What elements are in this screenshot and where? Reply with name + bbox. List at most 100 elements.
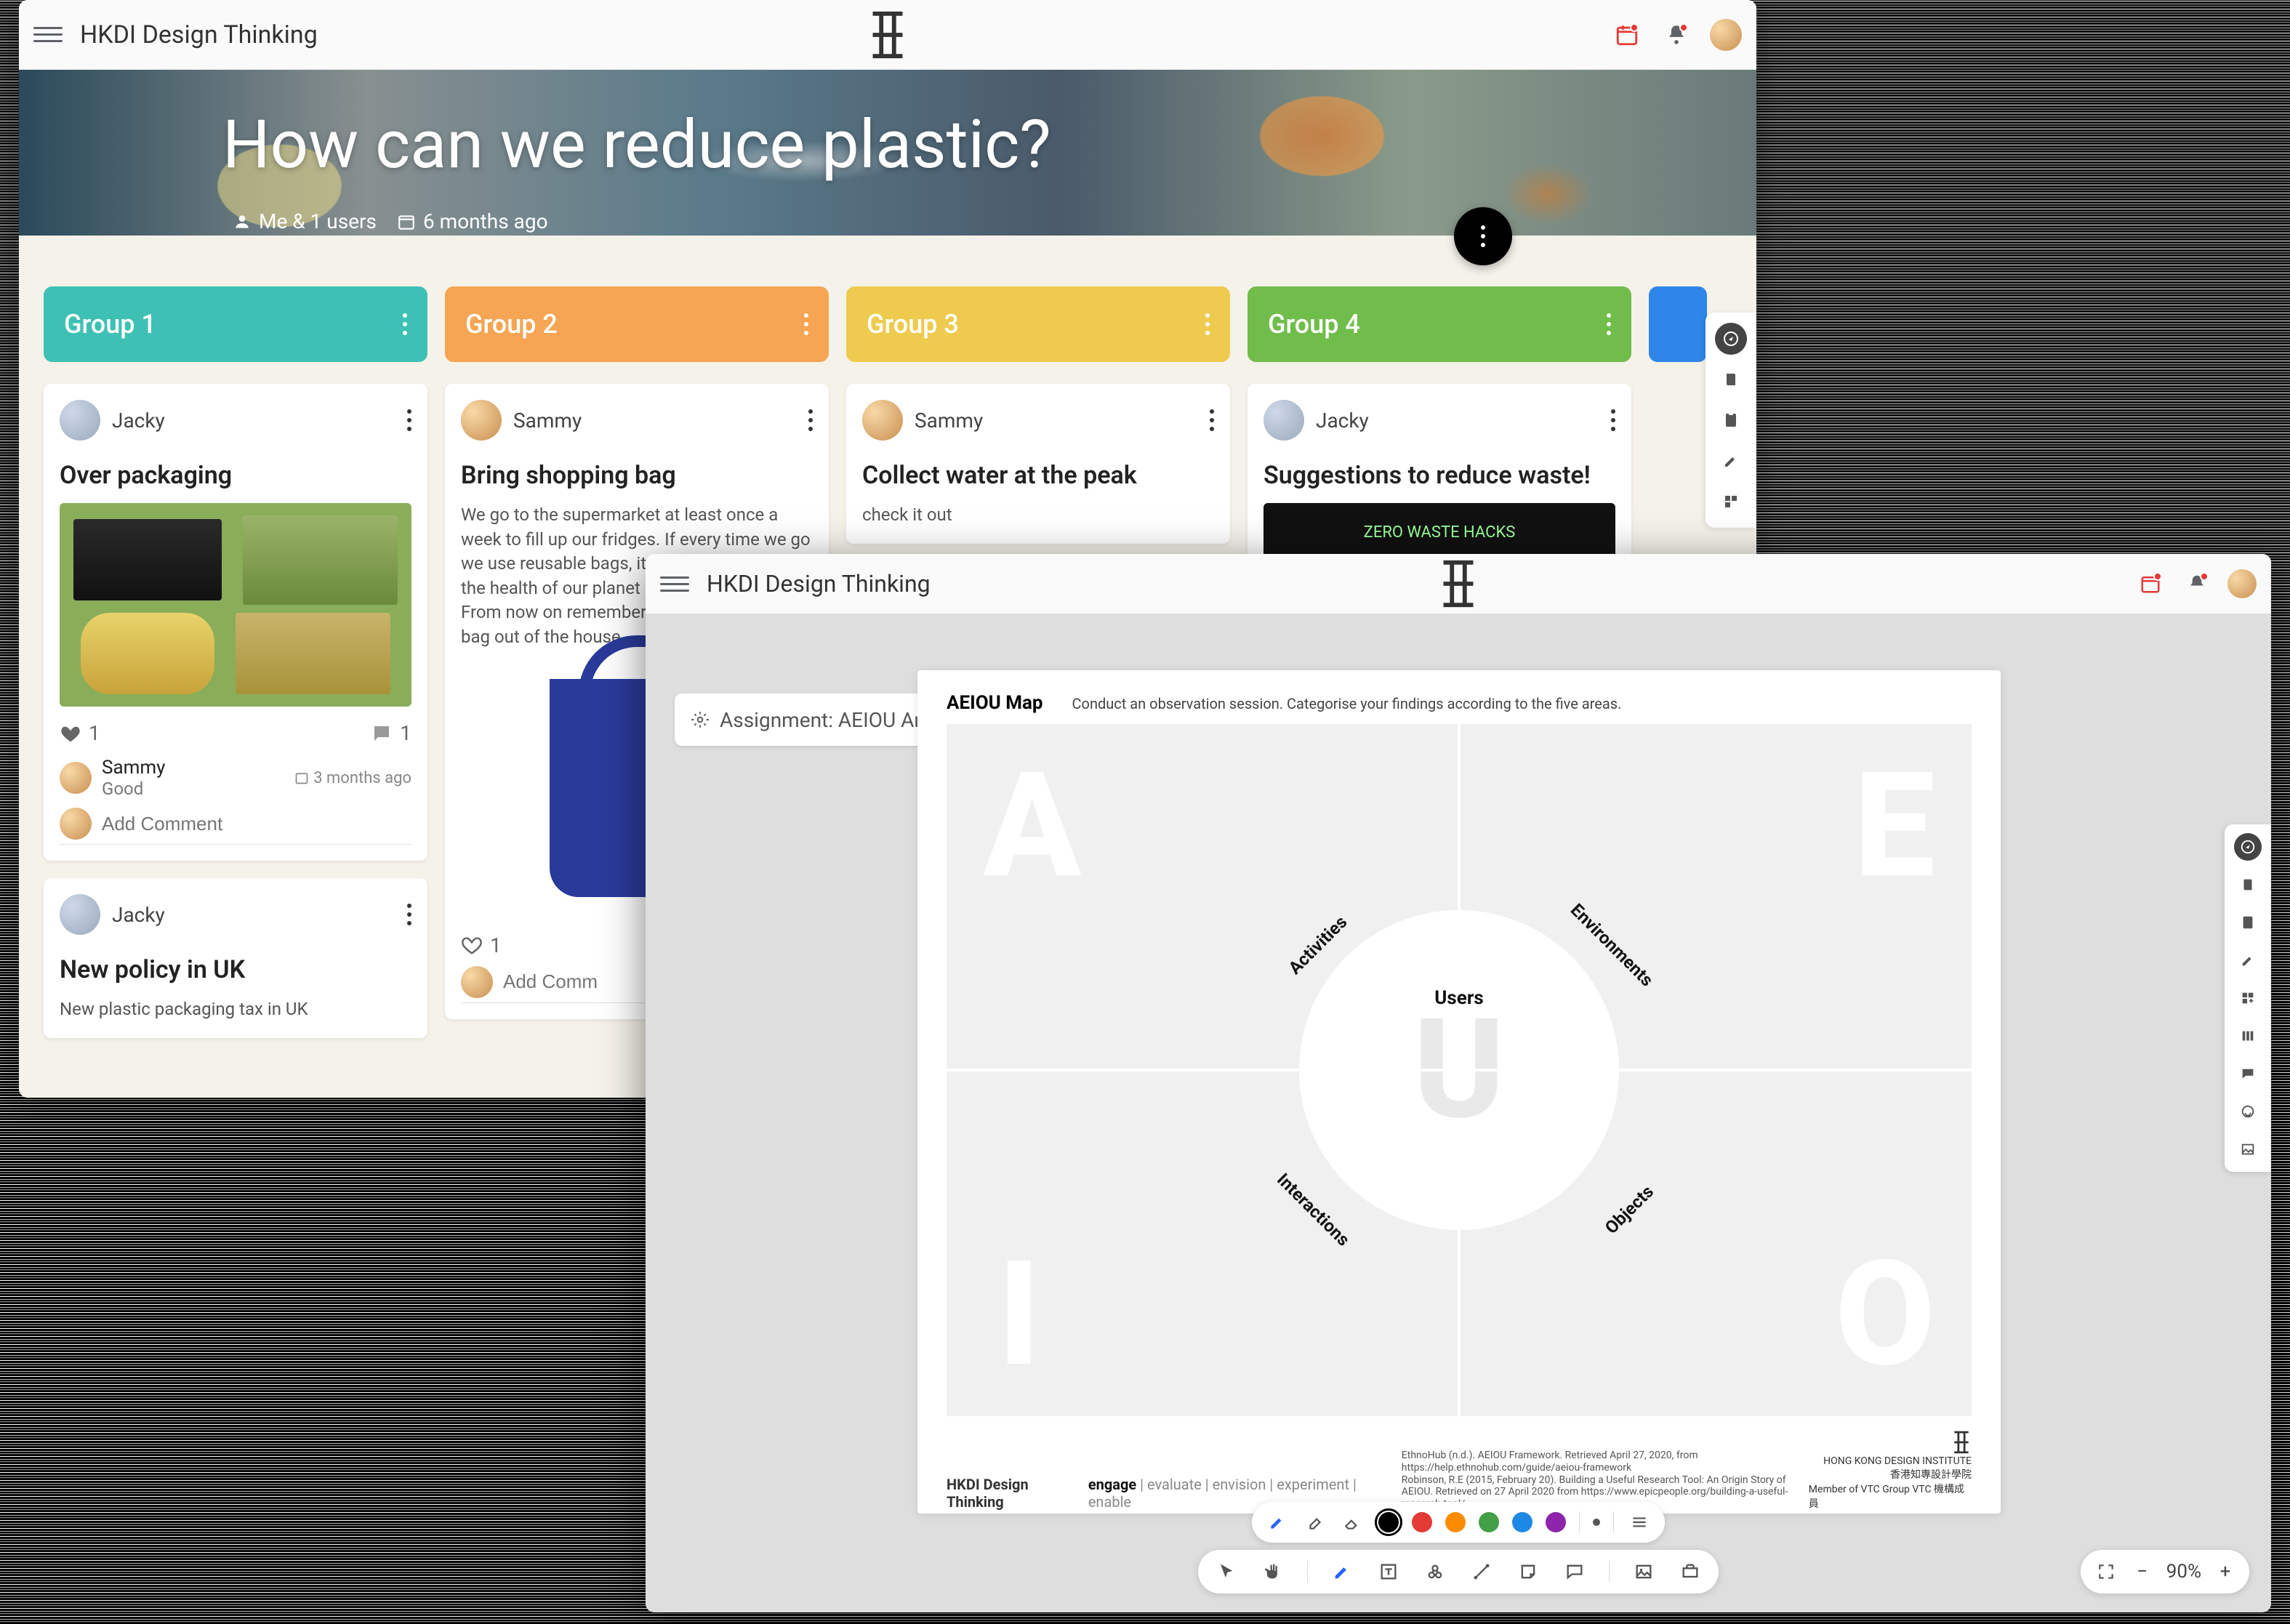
line-tool-icon[interactable]: [1469, 1559, 1494, 1584]
group-title: Group 2: [465, 309, 558, 339]
edit-icon[interactable]: [1715, 445, 1747, 477]
compass-icon[interactable]: [2234, 833, 2262, 861]
group-title: Group 3: [867, 309, 959, 339]
zoom-out-button[interactable]: −: [2132, 1561, 2153, 1583]
banner-users-meta: Me & 1 users: [233, 209, 377, 233]
banner-more-button[interactable]: [1454, 207, 1512, 265]
card[interactable]: Jacky Over packaging 1: [44, 384, 427, 861]
pen-tool-icon[interactable]: [1265, 1510, 1290, 1535]
center-label: Users: [1434, 987, 1483, 1009]
zoom-in-button[interactable]: +: [2214, 1561, 2236, 1583]
group-menu-icon[interactable]: [1205, 313, 1210, 335]
comment-row: Sammy Good 3 months ago: [60, 757, 411, 799]
color-swatch-red[interactable]: [1412, 1512, 1432, 1532]
eraser-tool-icon[interactable]: [1341, 1510, 1365, 1535]
center-circle: U: [1299, 910, 1619, 1230]
columns-icon[interactable]: [2234, 1022, 2262, 1050]
group-header[interactable]: Group 3: [846, 286, 1230, 362]
user-avatar[interactable]: [1710, 19, 1742, 51]
group-column: [1649, 286, 1707, 384]
group-title: Group 1: [64, 309, 156, 339]
card-title: Suggestions to reduce waste!: [1263, 461, 1615, 490]
card-menu-icon[interactable]: [808, 409, 813, 431]
book-icon[interactable]: [1715, 363, 1747, 395]
assignment-icon[interactable]: [2234, 909, 2262, 936]
footer-institution: HONG KONG DESIGN INSTITUTE 香港知專設計學院 Memb…: [1809, 1429, 1972, 1511]
draw-tool-icon[interactable]: [1330, 1559, 1354, 1584]
add-comment-input[interactable]: [102, 813, 411, 835]
separator: [1579, 1511, 1580, 1533]
letter-u: U: [1413, 989, 1505, 1151]
group-column: Group 1 Jacky Over packaging: [44, 286, 427, 1056]
edit-icon[interactable]: [2234, 946, 2262, 974]
support-icon[interactable]: [2234, 1098, 2262, 1125]
avatar: [60, 762, 92, 794]
shape-tool-icon[interactable]: [1423, 1559, 1447, 1584]
calendar-icon[interactable]: [1611, 19, 1643, 51]
compass-icon[interactable]: [1715, 323, 1747, 355]
chat-icon[interactable]: [2234, 1060, 2262, 1088]
hamburger-menu-icon[interactable]: [660, 569, 689, 598]
card[interactable]: Sammy Collect water at the peak check it…: [846, 384, 1230, 544]
card[interactable]: Jacky Suggestions to reduce waste! ZERO …: [1248, 384, 1631, 577]
grid-add-icon[interactable]: [2234, 984, 2262, 1012]
banner-title: How can we reduce plastic?: [222, 106, 1051, 184]
right-sidebar: [2225, 824, 2271, 1172]
artboard-subtitle: Conduct an observation session. Categori…: [1072, 695, 1622, 712]
avatar: [862, 400, 903, 441]
group-menu-icon[interactable]: [804, 313, 808, 335]
select-tool-icon[interactable]: [1214, 1559, 1239, 1584]
color-swatch-green[interactable]: [1479, 1512, 1499, 1532]
text-tool-icon[interactable]: [1376, 1559, 1401, 1584]
like-button[interactable]: 1: [461, 933, 502, 957]
options-icon[interactable]: [1627, 1510, 1652, 1535]
group-menu-icon[interactable]: [1607, 313, 1611, 335]
sticky-note-tool-icon[interactable]: [1516, 1559, 1540, 1584]
marker-tool-icon[interactable]: [1303, 1510, 1327, 1535]
assignment-icon[interactable]: [1715, 404, 1747, 436]
fit-screen-icon[interactable]: [2094, 1559, 2118, 1584]
letter-i: I: [997, 1242, 1040, 1387]
card[interactable]: Jacky New policy in UK New plastic packa…: [44, 878, 427, 1038]
image-tool-icon[interactable]: [1631, 1559, 1656, 1584]
avatar: [1263, 400, 1304, 441]
image-icon[interactable]: [2234, 1135, 2262, 1163]
grid-icon[interactable]: [1715, 486, 1747, 518]
group-header[interactable]: Group 2: [445, 286, 829, 362]
card-menu-icon[interactable]: [407, 409, 411, 431]
canvas[interactable]: ne Assignment: AEIOU Artboard AEIOU Map …: [646, 614, 2271, 1612]
card-menu-icon[interactable]: [1210, 409, 1214, 431]
bell-icon[interactable]: [2181, 568, 2213, 600]
app-logo: [866, 7, 909, 63]
hamburger-menu-icon[interactable]: [33, 20, 63, 49]
add-comment-row[interactable]: [60, 808, 411, 845]
group-header[interactable]: [1649, 286, 1707, 362]
color-swatch-purple[interactable]: [1546, 1512, 1566, 1532]
comment-tool-icon[interactable]: [1562, 1559, 1587, 1584]
avatar: [461, 400, 502, 441]
zoom-control: − 90% +: [2081, 1550, 2249, 1593]
artboard[interactable]: AEIOU Map Conduct an observation session…: [917, 670, 2001, 1514]
comment-time: 3 months ago: [294, 769, 411, 787]
group-menu-icon[interactable]: [403, 313, 407, 335]
book-icon[interactable]: [2234, 871, 2262, 899]
artboard-title: AEIOU Map: [947, 692, 1043, 714]
card-menu-icon[interactable]: [407, 904, 411, 925]
pan-tool-icon[interactable]: [1261, 1559, 1285, 1584]
card-video-thumbnail[interactable]: ZERO WASTE HACKS: [1263, 503, 1615, 561]
group-header[interactable]: Group 1: [44, 286, 427, 362]
stroke-size-icon[interactable]: [1593, 1519, 1600, 1526]
card-menu-icon[interactable]: [1611, 409, 1615, 431]
comments-count[interactable]: 1: [371, 721, 411, 745]
bell-icon[interactable]: [1660, 19, 1692, 51]
user-avatar[interactable]: [2227, 569, 2257, 598]
color-swatch-blue[interactable]: [1512, 1512, 1532, 1532]
color-swatch-black[interactable]: [1378, 1512, 1399, 1532]
attachment-tool-icon[interactable]: [1678, 1559, 1703, 1584]
calendar-icon[interactable]: [2134, 568, 2166, 600]
separator: [1307, 1561, 1308, 1583]
app-title: HKDI Design Thinking: [707, 570, 931, 598]
color-swatch-orange[interactable]: [1445, 1512, 1466, 1532]
like-button[interactable]: 1: [60, 721, 100, 745]
group-header[interactable]: Group 4: [1248, 286, 1631, 362]
